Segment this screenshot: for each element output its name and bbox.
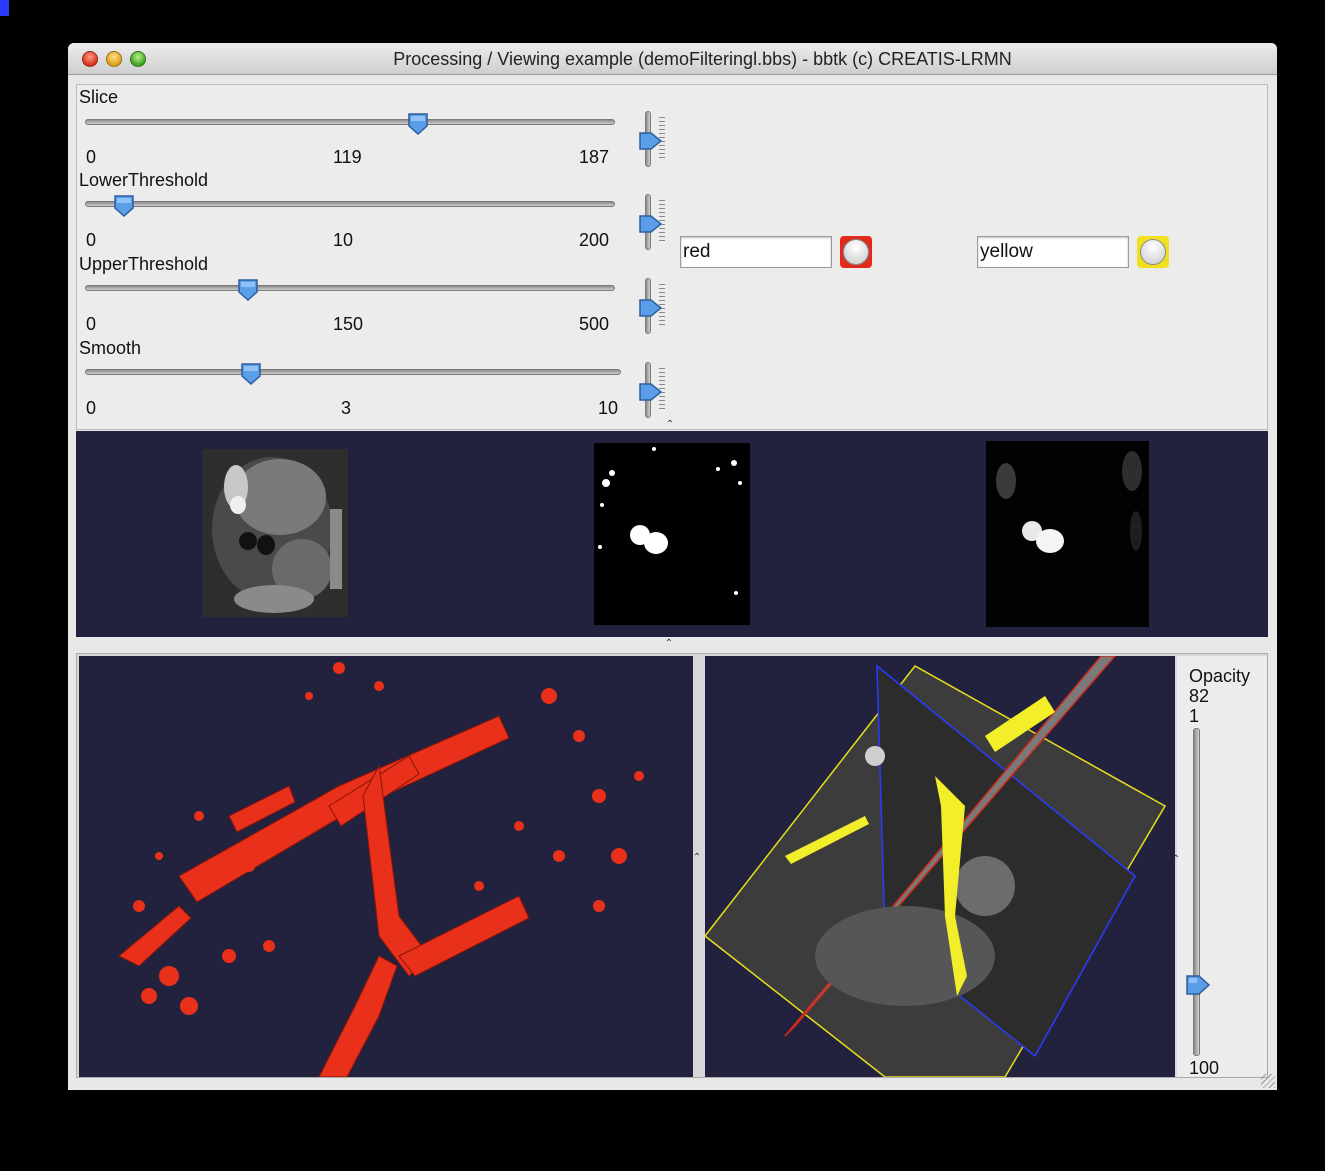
slice-views-panel: [76, 431, 1268, 637]
splitter-grip-icon[interactable]: ⌃: [665, 420, 675, 430]
opacity-slider-track[interactable]: [1193, 728, 1200, 1056]
slice-min: 0: [86, 147, 97, 167]
red-color-field[interactable]: red: [680, 236, 832, 268]
upper-threshold-slider-thumb[interactable]: [237, 278, 259, 302]
opacity-splitter-grip-icon[interactable]: ⌃: [1171, 855, 1181, 865]
opacity-label: Opacity: [1189, 666, 1251, 686]
upper-threshold-max: 500: [579, 314, 610, 334]
slice-slider-thumb[interactable]: [407, 112, 429, 136]
upper-threshold-slider-track[interactable]: [85, 285, 615, 291]
lower-threshold-value: 10: [333, 230, 354, 250]
lower-threshold-max: 200: [579, 230, 610, 250]
splitter-grip-icon-2[interactable]: ⌃: [664, 639, 674, 649]
smooth-slider-track[interactable]: [85, 369, 621, 375]
lower-threshold-slider-track[interactable]: [85, 201, 615, 207]
red-color-picker-button[interactable]: [840, 236, 872, 268]
opacity-min: 1: [1189, 706, 1200, 726]
threshold-slice-view[interactable]: [594, 443, 750, 625]
vertical-splitter-grip-icon[interactable]: ⌃: [692, 853, 702, 863]
yellow-color-picker-button[interactable]: [1137, 236, 1169, 268]
original-slice-view[interactable]: [202, 449, 348, 617]
slice-max: 187: [579, 147, 610, 167]
upper-threshold-min: 0: [86, 314, 97, 334]
slice-slider-track[interactable]: [85, 119, 615, 125]
slice-fine-slider[interactable]: [637, 111, 671, 169]
lower-threshold-fine-slider[interactable]: [637, 194, 671, 252]
smooth-min: 0: [86, 398, 97, 418]
app-window: Processing / Viewing example (demoFilter…: [68, 43, 1277, 1090]
planes-3d-view[interactable]: [705, 656, 1175, 1077]
upper-threshold-label: UpperThreshold: [79, 254, 209, 274]
desktop-mark: [0, 0, 9, 16]
lower-threshold-label: LowerThreshold: [79, 170, 209, 190]
opacity-panel: Opacity 82 1 100 ⌃: [1172, 656, 1267, 1078]
window-title: Processing / Viewing example (demoFilter…: [393, 49, 1012, 69]
smooth-max: 10: [598, 398, 619, 418]
controls-panel: Slice 0 119 187 LowerThreshold 0 10 200 …: [76, 84, 1268, 430]
render-area: ⌃ Opacity 82 1 100 ⌃: [76, 653, 1268, 1078]
upper-threshold-fine-slider[interactable]: [637, 278, 671, 336]
smooth-value: 3: [341, 398, 352, 418]
smooth-slider-thumb[interactable]: [240, 362, 262, 386]
smoothed-slice-view[interactable]: [986, 441, 1149, 627]
title-bar[interactable]: Processing / Viewing example (demoFilter…: [68, 43, 1277, 75]
smooth-label: Smooth: [79, 338, 142, 358]
surface-3d-view[interactable]: [79, 656, 693, 1077]
smooth-fine-slider[interactable]: [637, 362, 671, 420]
lower-threshold-slider-thumb[interactable]: [113, 194, 135, 218]
yellow-color-field[interactable]: yellow: [977, 236, 1129, 268]
slice-value: 119: [333, 147, 362, 167]
slice-label: Slice: [79, 87, 119, 107]
resize-grip-icon[interactable]: [1261, 1074, 1275, 1088]
opacity-max: 100: [1189, 1058, 1220, 1078]
upper-threshold-value: 150: [333, 314, 364, 334]
lower-threshold-min: 0: [86, 230, 97, 250]
opacity-slider-thumb[interactable]: [1185, 974, 1211, 996]
opacity-value: 82: [1189, 686, 1210, 706]
